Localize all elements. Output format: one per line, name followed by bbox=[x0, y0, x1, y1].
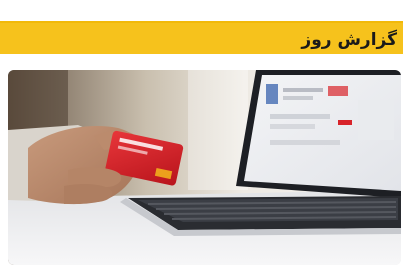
credit-card-laptop-illustration bbox=[8, 70, 401, 265]
article-photo[interactable] bbox=[8, 70, 401, 265]
section-header-bar: گزارش روز bbox=[0, 21, 403, 54]
news-section: گزارش روز bbox=[0, 0, 406, 271]
section-title: گزارش روز bbox=[301, 30, 397, 50]
